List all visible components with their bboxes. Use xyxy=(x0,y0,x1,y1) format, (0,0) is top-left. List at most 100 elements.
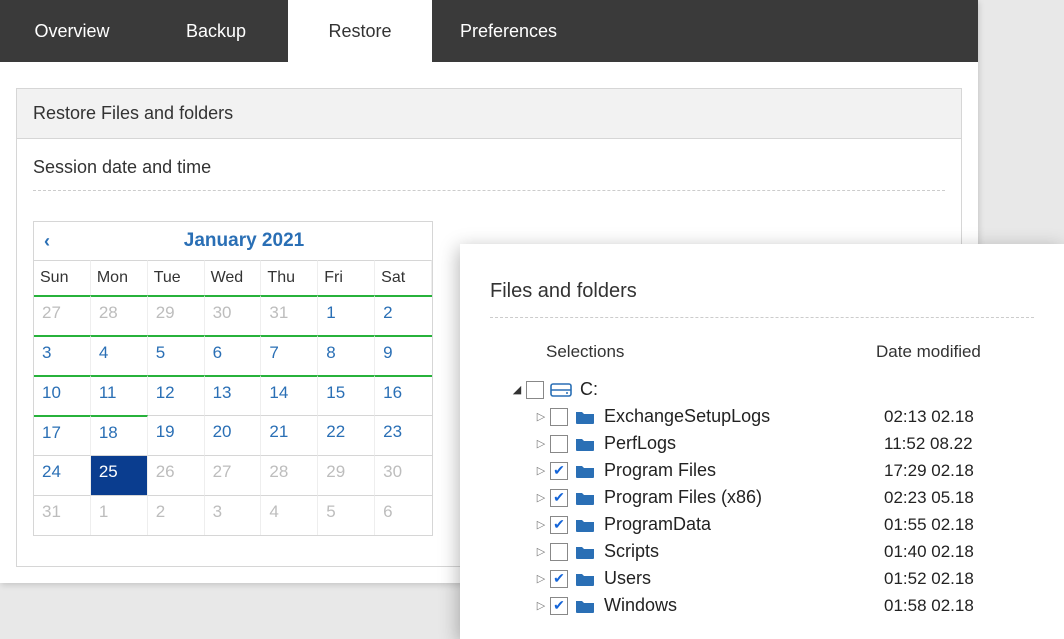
column-date-modified: Date modified xyxy=(876,342,1026,362)
calendar-day[interactable]: 30 xyxy=(205,295,262,335)
calendar-day[interactable]: 15 xyxy=(318,375,375,415)
tree-folder-row[interactable]: ▷ Scripts01:40 02.18 xyxy=(490,538,1034,565)
row-date: 01:40 02.18 xyxy=(884,542,1034,562)
calendar-day[interactable]: 6 xyxy=(375,495,432,535)
row-date: 17:29 02.18 xyxy=(884,461,1034,481)
calendar-day[interactable]: 16 xyxy=(375,375,432,415)
calendar-day[interactable]: 22 xyxy=(318,415,375,455)
calendar-day[interactable]: 27 xyxy=(34,295,91,335)
calendar-day[interactable]: 3 xyxy=(205,495,262,535)
folder-icon xyxy=(574,462,596,480)
row-date: 02:23 05.18 xyxy=(884,488,1034,508)
folder-icon xyxy=(574,408,596,426)
checkbox[interactable]: ✔ xyxy=(550,462,568,480)
calendar-day[interactable]: 6 xyxy=(205,335,262,375)
tree-folder-row[interactable]: ▷✔ ProgramData01:55 02.18 xyxy=(490,511,1034,538)
checkbox[interactable]: ✔ xyxy=(550,516,568,534)
panel-title: Restore Files and folders xyxy=(17,89,961,139)
calendar-day[interactable]: 26 xyxy=(148,455,205,495)
expander-icon[interactable]: ◢ xyxy=(510,383,524,396)
file-tree: ◢ C: ▷ExchangeSetupLogs02:13 02.18▷PerfL… xyxy=(490,376,1034,619)
calendar-day[interactable]: 19 xyxy=(148,415,205,455)
calendar-day[interactable]: 3 xyxy=(34,335,91,375)
calendar-day[interactable]: 24 xyxy=(34,455,91,495)
files-title: Files and folders xyxy=(490,280,1034,318)
calendar-day[interactable]: 7 xyxy=(261,335,318,375)
folder-label: Program Files (x86) xyxy=(604,487,884,508)
expander-icon[interactable]: ▷ xyxy=(534,491,548,504)
calendar-day[interactable]: 4 xyxy=(261,495,318,535)
tree-folder-row[interactable]: ▷✔Program Files17:29 02.18 xyxy=(490,457,1034,484)
checkbox[interactable]: ✔ xyxy=(550,489,568,507)
calendar-day[interactable]: 21 xyxy=(261,415,318,455)
expander-icon[interactable]: ▷ xyxy=(534,599,548,612)
calendar-day[interactable]: 20 xyxy=(205,415,262,455)
folder-icon xyxy=(574,516,596,534)
tree-folder-row[interactable]: ▷ PerfLogs11:52 08.22 xyxy=(490,430,1034,457)
calendar-day[interactable]: 27 xyxy=(205,455,262,495)
calendar-day[interactable]: 14 xyxy=(261,375,318,415)
expander-icon[interactable]: ▷ xyxy=(534,410,548,423)
calendar-dow-thu: Thu xyxy=(261,260,318,295)
tab-bar: Overview Backup Restore Preferences xyxy=(0,0,978,62)
session-datetime-label: Session date and time xyxy=(33,157,945,191)
calendar-day[interactable]: 23 xyxy=(375,415,432,455)
calendar-dow-tue: Tue xyxy=(148,260,205,295)
calendar-day[interactable]: 5 xyxy=(148,335,205,375)
calendar-day[interactable]: 2 xyxy=(375,295,432,335)
folder-label: ProgramData xyxy=(604,514,884,535)
row-date: 11:52 08.22 xyxy=(884,434,1034,454)
expander-icon[interactable]: ▷ xyxy=(534,464,548,477)
calendar-day[interactable]: 13 xyxy=(205,375,262,415)
calendar-day-selected[interactable]: 25 xyxy=(91,455,148,495)
tree-folder-row[interactable]: ▷ExchangeSetupLogs02:13 02.18 xyxy=(490,403,1034,430)
expander-icon[interactable]: ▷ xyxy=(534,437,548,450)
calendar-day[interactable]: 12 xyxy=(148,375,205,415)
calendar-day[interactable]: 31 xyxy=(261,295,318,335)
checkbox[interactable] xyxy=(550,408,568,426)
calendar-prev-icon[interactable]: ‹ xyxy=(44,231,66,252)
tree-folder-row[interactable]: ▷✔ Program Files (x86)02:23 05.18 xyxy=(490,484,1034,511)
tree-folder-row[interactable]: ▷✔Users01:52 02.18 xyxy=(490,565,1034,592)
calendar-dow-mon: Mon xyxy=(91,260,148,295)
checkbox[interactable] xyxy=(550,543,568,561)
row-date: 01:55 02.18 xyxy=(884,515,1034,535)
folder-icon xyxy=(574,489,596,507)
checkbox[interactable] xyxy=(550,435,568,453)
calendar-day[interactable]: 31 xyxy=(34,495,91,535)
tab-restore[interactable]: Restore xyxy=(288,0,432,62)
calendar-day[interactable]: 1 xyxy=(91,495,148,535)
checkbox[interactable] xyxy=(526,381,544,399)
tree-folder-row[interactable]: ▷✔Windows01:58 02.18 xyxy=(490,592,1034,619)
calendar-day[interactable]: 28 xyxy=(91,295,148,335)
calendar-day[interactable]: 17 xyxy=(34,415,91,455)
expander-icon[interactable]: ▷ xyxy=(534,518,548,531)
tab-preferences[interactable]: Preferences xyxy=(432,0,585,62)
calendar-day[interactable]: 9 xyxy=(375,335,432,375)
calendar-dow-wed: Wed xyxy=(205,260,262,295)
checkbox[interactable]: ✔ xyxy=(550,597,568,615)
calendar-day[interactable]: 5 xyxy=(318,495,375,535)
folder-label: Scripts xyxy=(604,541,884,562)
calendar-day[interactable]: 4 xyxy=(91,335,148,375)
calendar-dow-fri: Fri xyxy=(318,260,375,295)
checkbox[interactable]: ✔ xyxy=(550,570,568,588)
calendar-day[interactable]: 30 xyxy=(375,455,432,495)
calendar-day[interactable]: 8 xyxy=(318,335,375,375)
tab-overview[interactable]: Overview xyxy=(0,0,144,62)
calendar-day[interactable]: 11 xyxy=(91,375,148,415)
calendar-day[interactable]: 29 xyxy=(148,295,205,335)
tab-backup[interactable]: Backup xyxy=(144,0,288,62)
calendar-day[interactable]: 18 xyxy=(91,415,148,455)
calendar-day[interactable]: 28 xyxy=(261,455,318,495)
expander-icon[interactable]: ▷ xyxy=(534,545,548,558)
folder-label: PerfLogs xyxy=(604,433,884,454)
calendar-day[interactable]: 2 xyxy=(148,495,205,535)
drive-label: C: xyxy=(580,379,884,400)
calendar-day[interactable]: 10 xyxy=(34,375,91,415)
folder-label: Users xyxy=(604,568,884,589)
calendar-day[interactable]: 29 xyxy=(318,455,375,495)
calendar-day[interactable]: 1 xyxy=(318,295,375,335)
tree-drive-row[interactable]: ◢ C: xyxy=(490,376,1034,403)
expander-icon[interactable]: ▷ xyxy=(534,572,548,585)
